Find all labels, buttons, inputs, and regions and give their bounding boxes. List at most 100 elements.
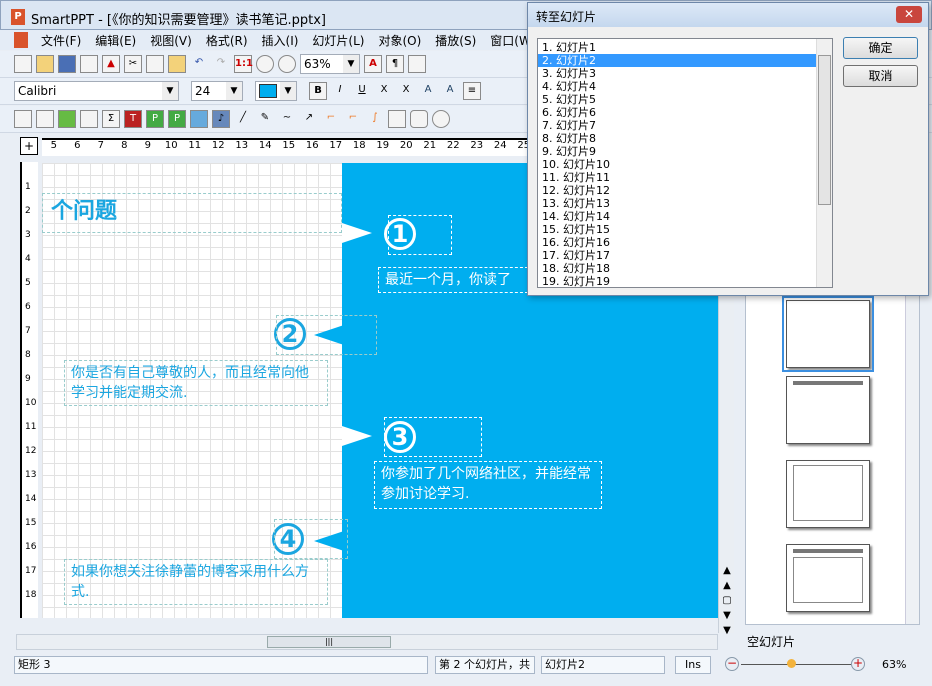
textbox-icon[interactable] — [14, 110, 32, 128]
scroll-thumb[interactable]: ||| — [267, 636, 391, 648]
slide-list-item[interactable]: 16. 幻灯片16 — [538, 236, 816, 249]
line-icon[interactable]: ╱ — [234, 110, 252, 128]
audio-icon[interactable]: ♪ — [212, 110, 230, 128]
zoom-icon[interactable] — [278, 55, 296, 73]
slide-list-item[interactable]: 19. 幻灯片19 — [538, 275, 816, 287]
pen-icon[interactable]: ✎ — [256, 110, 274, 128]
elbow-connector-icon[interactable]: ⌐ — [344, 110, 362, 128]
underline-icon[interactable]: U — [353, 82, 371, 100]
font-select[interactable]: Calibri ▼ — [14, 81, 179, 101]
actual-size-icon[interactable]: 1:1 — [234, 55, 253, 73]
pdf-icon[interactable]: ▲ — [102, 55, 120, 73]
slide-nav-icons[interactable]: ▲ ▲ ▢ ▼ ▼ — [720, 563, 734, 638]
thumbnail[interactable] — [786, 544, 870, 612]
text-object-icon[interactable]: T — [124, 110, 142, 128]
menu-insert[interactable]: 插入(I) — [255, 32, 306, 49]
menu-view[interactable]: 视图(V) — [143, 32, 199, 49]
thumbnail[interactable] — [782, 296, 874, 372]
bold-icon[interactable]: B — [309, 82, 327, 100]
slide-listbox[interactable]: 1. 幻灯片1 2. 幻灯片2 3. 幻灯片3 4. 幻灯片4 5. 幻灯片5 6. 幻灯… — [537, 38, 833, 288]
slide-list-item[interactable]: 14. 幻灯片14 — [538, 210, 816, 223]
menu-edit[interactable]: 编辑(E) — [88, 32, 143, 49]
slide-list-item[interactable]: 12. 幻灯片12 — [538, 184, 816, 197]
zoom-slider[interactable] — [741, 664, 851, 665]
slide-list-item[interactable]: 18. 幻灯片18 — [538, 262, 816, 275]
slide-list-item[interactable]: 10. 幻灯片10 — [538, 158, 816, 171]
ole-icon[interactable] — [80, 110, 98, 128]
close-icon[interactable]: ✕ — [896, 6, 922, 23]
cut-icon[interactable]: ✂ — [124, 55, 142, 73]
formula-icon[interactable]: Σ — [102, 110, 120, 128]
paste-icon[interactable] — [168, 55, 186, 73]
strike-icon[interactable]: X — [375, 82, 393, 100]
menu-slide[interactable]: 幻灯片(L) — [305, 32, 371, 49]
slide-list-item[interactable]: 1. 幻灯片1 — [538, 41, 816, 54]
slide-list-item[interactable]: 8. 幻灯片8 — [538, 132, 816, 145]
undo-icon[interactable]: ↶ — [190, 55, 208, 73]
slide-list-item[interactable]: 17. 幻灯片17 — [538, 249, 816, 262]
heading-box[interactable]: 个问题 — [42, 193, 342, 233]
redo-icon[interactable]: ↷ — [212, 55, 230, 73]
zoom-slider-thumb[interactable] — [786, 659, 796, 668]
horizontal-scrollbar[interactable]: ||| — [16, 634, 718, 650]
align-left-icon[interactable]: ≡ — [463, 82, 481, 100]
pointer-shape[interactable] — [342, 426, 372, 446]
font-shrink-icon[interactable]: A — [441, 82, 459, 100]
fill-color-select[interactable]: ▼ — [255, 81, 297, 101]
list-scrollbar[interactable] — [816, 39, 832, 287]
italic-icon[interactable]: I — [331, 82, 349, 100]
paragraph-icon[interactable]: ¶ — [386, 55, 404, 73]
p-object2-icon[interactable]: P — [168, 110, 186, 128]
save-icon[interactable] — [58, 55, 76, 73]
rounded-rect-icon[interactable] — [410, 110, 428, 128]
slide-list-item[interactable]: 6. 幻灯片6 — [538, 106, 816, 119]
open-icon[interactable] — [36, 55, 54, 73]
slide-list-item[interactable]: 9. 幻灯片9 — [538, 145, 816, 158]
slide-list-item[interactable]: 13. 幻灯片13 — [538, 197, 816, 210]
thumbnail[interactable] — [786, 460, 870, 528]
slide-list-item[interactable]: 2. 幻灯片2 — [538, 54, 816, 67]
size-select[interactable]: 24 ▼ — [191, 81, 243, 101]
image-icon[interactable] — [58, 110, 76, 128]
p-object-icon[interactable]: P — [146, 110, 164, 128]
arrow-icon[interactable]: ↗ — [300, 110, 318, 128]
slide-list-item[interactable]: 7. 幻灯片7 — [538, 119, 816, 132]
zoom-out-icon[interactable]: − — [725, 657, 739, 671]
slide-list-item[interactable]: 3. 幻灯片3 — [538, 67, 816, 80]
video-icon[interactable] — [190, 110, 208, 128]
table-icon[interactable] — [36, 110, 54, 128]
clear-format-icon[interactable]: X — [397, 82, 415, 100]
ok-button[interactable]: 确定 — [843, 37, 918, 59]
curve-icon[interactable]: ∼ — [278, 110, 296, 128]
thumbnail[interactable] — [786, 376, 870, 444]
font-grow-icon[interactable]: A — [419, 82, 437, 100]
menu-file[interactable]: 文件(F) — [34, 32, 88, 49]
slide-list-item[interactable]: 4. 幻灯片4 — [538, 80, 816, 93]
item-text[interactable]: 如果你想关注徐静蕾的博客采用什么方式. — [64, 559, 328, 605]
menu-play[interactable]: 播放(S) — [428, 32, 483, 49]
ruler-origin-icon[interactable]: + — [20, 137, 38, 155]
copy-icon[interactable] — [146, 55, 164, 73]
connector-icon[interactable]: ⌐ — [322, 110, 340, 128]
slide-list-item[interactable]: 15. 幻灯片15 — [538, 223, 816, 236]
font-color-icon[interactable]: A — [364, 55, 382, 73]
ellipse-icon[interactable] — [432, 110, 450, 128]
panel-scrollbar[interactable] — [905, 296, 919, 624]
slide-list-item[interactable]: 11. 幻灯片11 — [538, 171, 816, 184]
menu-object[interactable]: 对象(O) — [371, 32, 428, 49]
item-text[interactable]: 你参加了几个网络社区，并能经常参加讨论学习. — [374, 461, 602, 509]
pointer-shape[interactable] — [342, 223, 372, 243]
selected-shape[interactable] — [276, 315, 377, 355]
curve-connector-icon[interactable]: ∫ — [366, 110, 384, 128]
rectangle-icon[interactable] — [388, 110, 406, 128]
zoom-in-icon[interactable]: + — [851, 657, 865, 671]
slide-list-item[interactable]: 5. 幻灯片5 — [538, 93, 816, 106]
print-icon[interactable] — [80, 55, 98, 73]
zoom-select[interactable]: 63% ▼ — [300, 54, 360, 74]
cancel-button[interactable]: 取消 — [843, 65, 918, 87]
zoom-fit-icon[interactable] — [256, 55, 274, 73]
item-text[interactable]: 最近一个月，你读了 — [378, 267, 528, 293]
list-icon[interactable] — [408, 55, 426, 73]
list-scroll-thumb[interactable] — [818, 55, 831, 205]
new-icon[interactable] — [14, 55, 32, 73]
